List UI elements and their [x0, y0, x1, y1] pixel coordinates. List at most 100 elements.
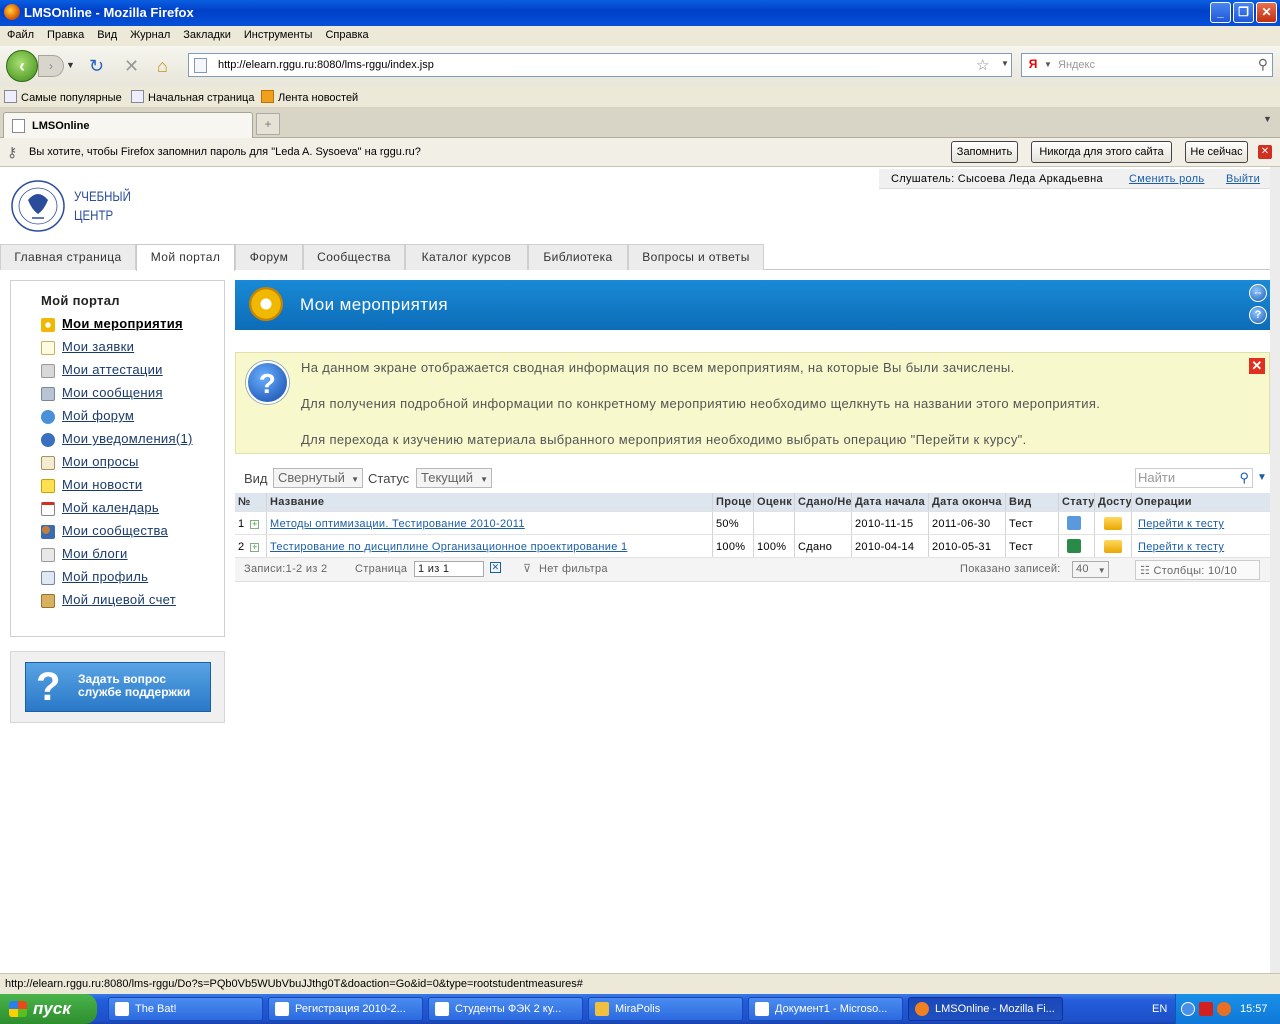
- home-icon[interactable]: ⌂: [157, 57, 168, 75]
- columns-button[interactable]: ☷ Столбцы: 10/10: [1135, 560, 1260, 580]
- search-bar[interactable]: Я ▼ Яндекс ⚲: [1021, 53, 1273, 77]
- tab-library[interactable]: Библиотека: [528, 244, 628, 270]
- tab-communities[interactable]: Сообщества: [303, 244, 405, 270]
- header-end[interactable]: Дата оконча: [929, 493, 1006, 511]
- menu-help[interactable]: Справка: [318, 26, 374, 41]
- clipboard-icon: [41, 456, 55, 470]
- history-dropdown-icon[interactable]: ▼: [66, 60, 75, 70]
- row-start: 2010-11-15: [852, 512, 929, 534]
- minimize-button[interactable]: _: [1210, 2, 1231, 23]
- find-input[interactable]: Найти ⚲: [1135, 468, 1253, 488]
- go-page-icon[interactable]: ✕: [490, 562, 501, 573]
- header-kind[interactable]: Вид: [1006, 493, 1059, 511]
- search-engine-dropdown-icon[interactable]: ▼: [1044, 60, 1052, 69]
- search-icon[interactable]: ⚲: [1239, 470, 1249, 486]
- yandex-icon[interactable]: Я: [1026, 57, 1040, 73]
- filter-icon[interactable]: ⊽: [523, 562, 531, 575]
- not-now-button[interactable]: Не сейчас: [1185, 141, 1248, 163]
- tab-list-icon[interactable]: ▼: [1263, 114, 1272, 124]
- taskbar-item-mirapolis[interactable]: MiraPolis: [588, 997, 743, 1021]
- bookmark-news-feed[interactable]: Лента новостей: [261, 90, 358, 104]
- row-operations: Перейти к тесту: [1132, 535, 1270, 557]
- header-num[interactable]: №: [235, 493, 267, 511]
- close-icon[interactable]: ✕: [1258, 145, 1272, 159]
- user-bar: Слушатель: Сысоева Леда Аркадьевна Смени…: [879, 169, 1270, 189]
- logout-link[interactable]: Выйти: [1226, 173, 1260, 185]
- expand-icon[interactable]: +: [250, 543, 260, 552]
- remember-button[interactable]: Запомнить: [951, 141, 1018, 163]
- back-button[interactable]: ‹: [6, 50, 38, 82]
- taskbar-item-firefox[interactable]: LMSOnline - Mozilla Fi...: [908, 997, 1063, 1021]
- language-indicator[interactable]: EN: [1152, 1003, 1167, 1015]
- chevron-down-icon: ▼: [480, 475, 488, 484]
- menu-file[interactable]: Файл: [0, 26, 40, 41]
- pdf-icon[interactable]: [1199, 1002, 1213, 1016]
- folder-icon[interactable]: [1104, 540, 1122, 553]
- ask-support-button[interactable]: ? Задать вопрос службе поддержки: [25, 662, 211, 712]
- maximize-button[interactable]: ❐: [1233, 2, 1254, 23]
- tab-course-catalog[interactable]: Каталог курсов: [405, 244, 528, 270]
- most-visited-icon: [4, 90, 17, 103]
- event-link[interactable]: Методы оптимизации. Тестирование 2010-20…: [270, 518, 525, 530]
- records-count: Записи:1-2 из 2: [244, 563, 328, 575]
- no-filter-label[interactable]: Нет фильтра: [539, 563, 608, 575]
- status-select[interactable]: Текущий ▼: [416, 468, 492, 488]
- header-start[interactable]: Дата начала: [852, 493, 929, 511]
- tab-forum[interactable]: Форум: [235, 244, 303, 270]
- close-icon[interactable]: ✕: [1249, 358, 1265, 374]
- tab-qa[interactable]: Вопросы и ответы: [628, 244, 764, 270]
- menu-tools[interactable]: Инструменты: [237, 26, 319, 41]
- menu-view[interactable]: Вид: [90, 26, 123, 41]
- taskbar-item-word[interactable]: Документ1 - Microso...: [748, 997, 903, 1021]
- header-status[interactable]: Статус: [1059, 493, 1095, 511]
- bookmark-start-page[interactable]: Начальная страница: [131, 90, 254, 104]
- never-button[interactable]: Никогда для этого сайта: [1031, 141, 1172, 163]
- new-tab-button[interactable]: +: [256, 113, 280, 135]
- header-grade[interactable]: Оценк: [754, 493, 795, 511]
- start-button[interactable]: пуск: [0, 994, 97, 1024]
- arrow-icon[interactable]: [1181, 1002, 1195, 1016]
- header-name[interactable]: Название: [267, 493, 713, 511]
- header-percent[interactable]: Проце: [713, 493, 754, 511]
- search-icon[interactable]: ⚲: [1258, 56, 1268, 73]
- taskbar-item-thebat[interactable]: The Bat!: [108, 997, 263, 1021]
- reload-icon[interactable]: ↻: [89, 57, 104, 75]
- navigate-icon[interactable]: ⇔: [1249, 284, 1267, 302]
- expand-filter-icon[interactable]: ▼: [1257, 472, 1267, 483]
- folder-icon[interactable]: [1104, 517, 1122, 530]
- event-link[interactable]: Тестирование по дисциплине Организационн…: [270, 541, 627, 553]
- expand-icon[interactable]: +: [250, 520, 260, 529]
- taskbar-item-students[interactable]: Студенты ФЭК 2 ку...: [428, 997, 583, 1021]
- page-icon: [12, 119, 25, 133]
- header-access[interactable]: Досту: [1095, 493, 1132, 511]
- view-select[interactable]: Свернутый ▼: [273, 468, 363, 488]
- tab-home[interactable]: Главная страница: [0, 244, 136, 270]
- events-table: № Название Проце Оценк Сдано/Не Дата нач…: [235, 493, 1270, 558]
- help-icon[interactable]: ?: [1249, 306, 1267, 324]
- tab-lmsonline[interactable]: LMSOnline: [3, 112, 253, 138]
- status-completed-icon[interactable]: [1067, 539, 1081, 553]
- tab-my-portal[interactable]: Мой портал: [136, 244, 235, 271]
- bookmark-most-visited[interactable]: Самые популярные: [4, 90, 122, 104]
- tray-app-icon[interactable]: [1217, 1002, 1231, 1016]
- folder-icon: [595, 1002, 609, 1016]
- url-dropdown-icon[interactable]: ▼: [1001, 59, 1009, 68]
- stop-icon[interactable]: ✕: [124, 57, 139, 75]
- go-to-test-link[interactable]: Перейти к тесту: [1138, 541, 1224, 553]
- page-size-select[interactable]: 40 ▼: [1072, 561, 1109, 578]
- go-to-test-link[interactable]: Перейти к тесту: [1138, 518, 1224, 530]
- close-window-button[interactable]: ✕: [1256, 2, 1277, 23]
- web-page: Слушатель: Сысоева Леда Аркадьевна Смени…: [0, 167, 1280, 973]
- url-bar[interactable]: http://elearn.rggu.ru:8080/lms-rggu/inde…: [188, 53, 1012, 77]
- menu-bookmarks[interactable]: Закладки: [176, 26, 237, 41]
- header-passed[interactable]: Сдано/Не: [795, 493, 852, 511]
- page-input[interactable]: 1 из 1: [414, 561, 484, 577]
- header-operations[interactable]: Операции: [1132, 493, 1270, 511]
- taskbar-item-registration[interactable]: Регистрация 2010-2...: [268, 997, 423, 1021]
- switch-role-link[interactable]: Сменить роль: [1129, 173, 1204, 185]
- forward-button[interactable]: ›: [38, 55, 64, 77]
- status-in-progress-icon[interactable]: [1067, 516, 1081, 530]
- bookmark-star-icon[interactable]: ☆: [976, 56, 989, 74]
- menu-history[interactable]: Журнал: [123, 26, 176, 41]
- menu-edit[interactable]: Правка: [40, 26, 90, 41]
